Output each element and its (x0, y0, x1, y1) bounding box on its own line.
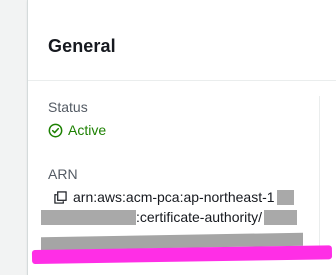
card-header: General (28, 0, 336, 81)
column-divider (319, 96, 320, 256)
general-card: General Status Active ARN arn:aws:acm-pc… (27, 0, 336, 275)
status-text: Active (68, 122, 107, 138)
redacted-account-id-cont (41, 209, 136, 225)
redacted-account-id (276, 189, 294, 205)
arn-value-line-2: :certificate-authority/ (41, 209, 298, 225)
check-circle-icon (48, 123, 63, 137)
status-value: Active (48, 122, 106, 138)
arn-prefix-text: arn:aws:acm-pca:ap-northeast-1 (73, 189, 275, 205)
arn-value-line-1: arn:aws:acm-pca:ap-northeast-1 (54, 189, 294, 205)
arn-mid-text: :certificate-authority/ (136, 209, 263, 225)
card-title: General (48, 36, 116, 56)
page-background-strip (0, 0, 14, 275)
redacted-ca-id (264, 209, 298, 225)
copy-icon[interactable] (54, 190, 67, 204)
status-label: Status (48, 99, 88, 115)
arn-label: ARN (48, 166, 78, 182)
